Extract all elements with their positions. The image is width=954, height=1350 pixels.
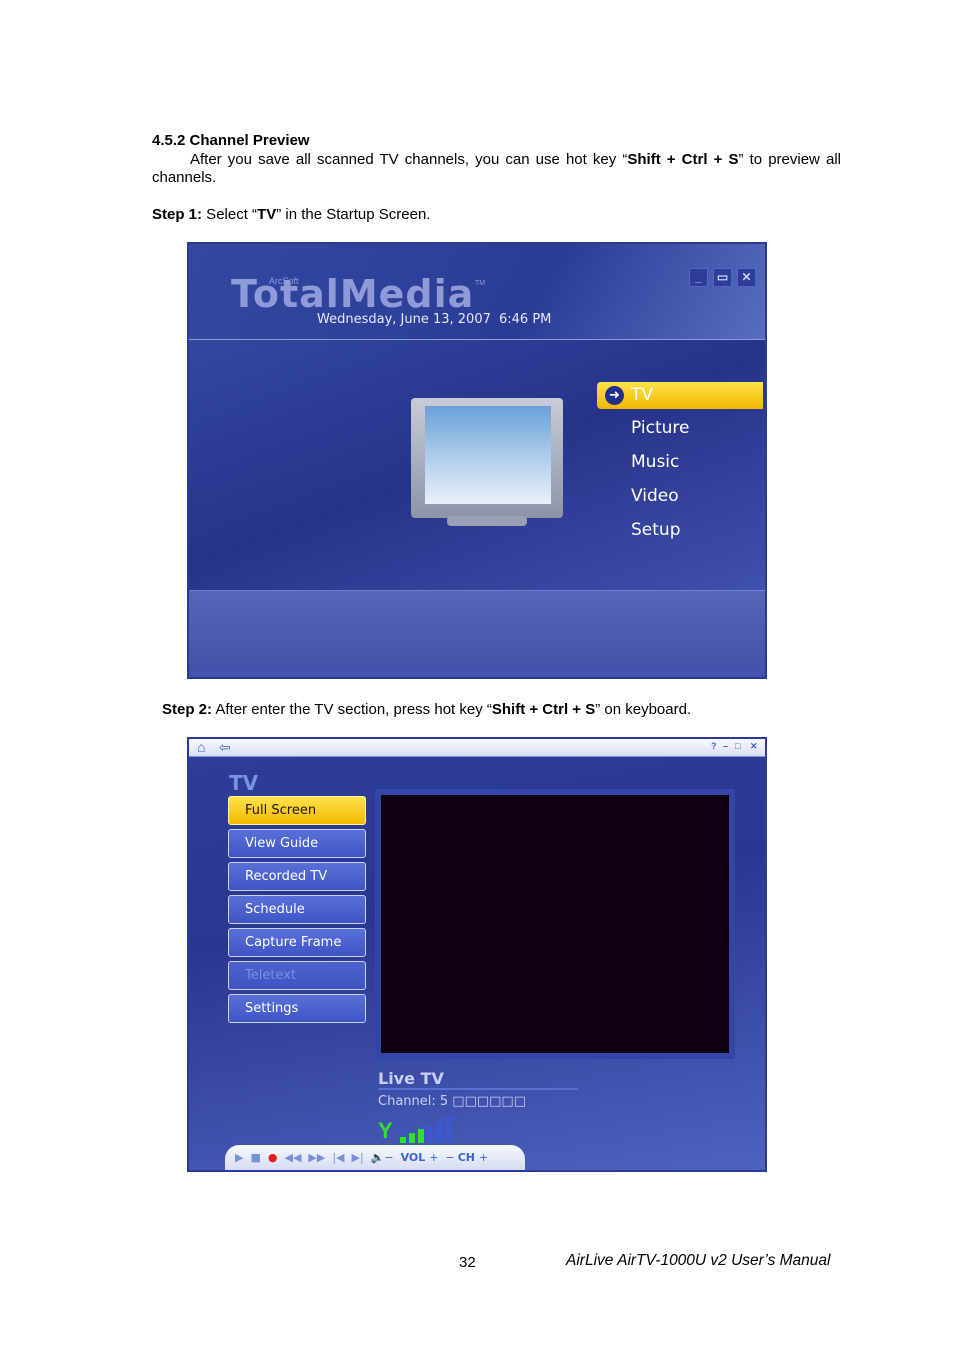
menu-item-picture[interactable]: Picture <box>631 418 689 438</box>
signal-bar <box>445 1117 451 1143</box>
step1-text: Step 1: Select “TV” in the Startup Scree… <box>152 206 431 223</box>
section-title: 4.5.2 Channel Preview <box>152 132 310 149</box>
record-icon[interactable]: ● <box>268 1151 278 1164</box>
close-icon[interactable]: ✕ <box>750 741 758 752</box>
close-icon[interactable]: ✕ <box>737 268 756 287</box>
maximize-icon[interactable]: ▭ <box>713 268 732 287</box>
channel-label-ctrl: CH <box>457 1151 475 1164</box>
teletext-button: Teletext <box>228 961 366 990</box>
step2-text: Step 2: After enter the TV section, pres… <box>162 701 692 718</box>
minimize-icon[interactable]: _ <box>689 268 708 287</box>
brand-label: ArcSoft <box>269 276 299 286</box>
channel-down-icon[interactable]: − <box>446 1151 455 1164</box>
startup-screen-screenshot: TotalMedia ArcSoft TM Wednesday, June 13… <box>187 242 767 679</box>
title-bar: ⌂ ⇦ ? – □ ✕ <box>189 739 765 757</box>
page-number: 32 <box>459 1254 476 1271</box>
signal-bar <box>409 1133 415 1143</box>
channel-up-icon[interactable]: + <box>479 1151 488 1164</box>
signal-bar <box>436 1121 442 1143</box>
home-icon[interactable]: ⌂ <box>197 739 205 755</box>
full-screen-button[interactable]: Full Screen <box>228 796 366 825</box>
trademark: TM <box>475 280 486 287</box>
playback-controls: ▶ ■ ● ◀◀ ▶▶ |◀ ▶| 🔈− VOL + − CH + <box>225 1145 525 1170</box>
menu-item-music[interactable]: Music <box>631 452 679 472</box>
help-icon[interactable]: ? <box>711 741 717 751</box>
play-icon[interactable]: ▶ <box>235 1151 243 1164</box>
minimize-icon[interactable]: – <box>723 741 728 751</box>
live-tv-label: Live TV <box>378 1069 578 1090</box>
rewind-icon[interactable]: ◀◀ <box>284 1151 301 1164</box>
section-title: TV <box>229 771 259 795</box>
view-guide-button[interactable]: View Guide <box>228 829 366 858</box>
capture-frame-button[interactable]: Capture Frame <box>228 928 366 957</box>
signal-strength: Y <box>378 1117 468 1143</box>
time: 6:46 PM <box>499 312 552 327</box>
volume-icon[interactable]: 🔈− <box>371 1151 394 1164</box>
totalmedia-logo: TotalMedia <box>231 272 475 316</box>
volume-up-icon[interactable]: + <box>429 1151 438 1164</box>
signal-bar <box>418 1129 424 1143</box>
maximize-icon[interactable]: □ <box>735 741 740 751</box>
tv-stand <box>447 516 527 526</box>
settings-button[interactable]: Settings <box>228 994 366 1023</box>
signal-bar <box>400 1137 406 1143</box>
back-icon[interactable]: ⇦ <box>219 739 231 756</box>
tv-screen-screenshot: ⌂ ⇦ ? – □ ✕ TV Full Screen View Guide Re… <box>187 737 767 1172</box>
signal-bar <box>427 1125 433 1143</box>
intro-paragraph: After you save all scanned TV channels, … <box>152 151 841 186</box>
stop-icon[interactable]: ■ <box>250 1151 260 1164</box>
fast-forward-icon[interactable]: ▶▶ <box>308 1151 325 1164</box>
manual-title: AirLive AirTV-1000U v2 User’s Manual <box>566 1252 831 1269</box>
menu-item-tv[interactable]: ➜ TV <box>597 382 763 409</box>
antenna-icon: Y <box>378 1118 393 1143</box>
volume-label: VOL <box>400 1151 426 1164</box>
video-preview[interactable] <box>375 789 735 1059</box>
tv-illustration <box>411 398 563 518</box>
recorded-tv-button[interactable]: Recorded TV <box>228 862 366 891</box>
footer-bar <box>189 590 765 677</box>
menu-item-video[interactable]: Video <box>631 486 679 506</box>
header: TotalMedia ArcSoft TM Wednesday, June 13… <box>189 244 765 340</box>
channel-label: Channel: 5 □□□□□□ <box>378 1094 526 1109</box>
schedule-button[interactable]: Schedule <box>228 895 366 924</box>
arrow-left-icon: ➜ <box>605 386 624 405</box>
menu-item-setup[interactable]: Setup <box>631 520 680 540</box>
next-icon[interactable]: ▶| <box>352 1151 364 1164</box>
previous-icon[interactable]: |◀ <box>332 1151 344 1164</box>
date: Wednesday, June 13, 2007 <box>317 312 491 327</box>
